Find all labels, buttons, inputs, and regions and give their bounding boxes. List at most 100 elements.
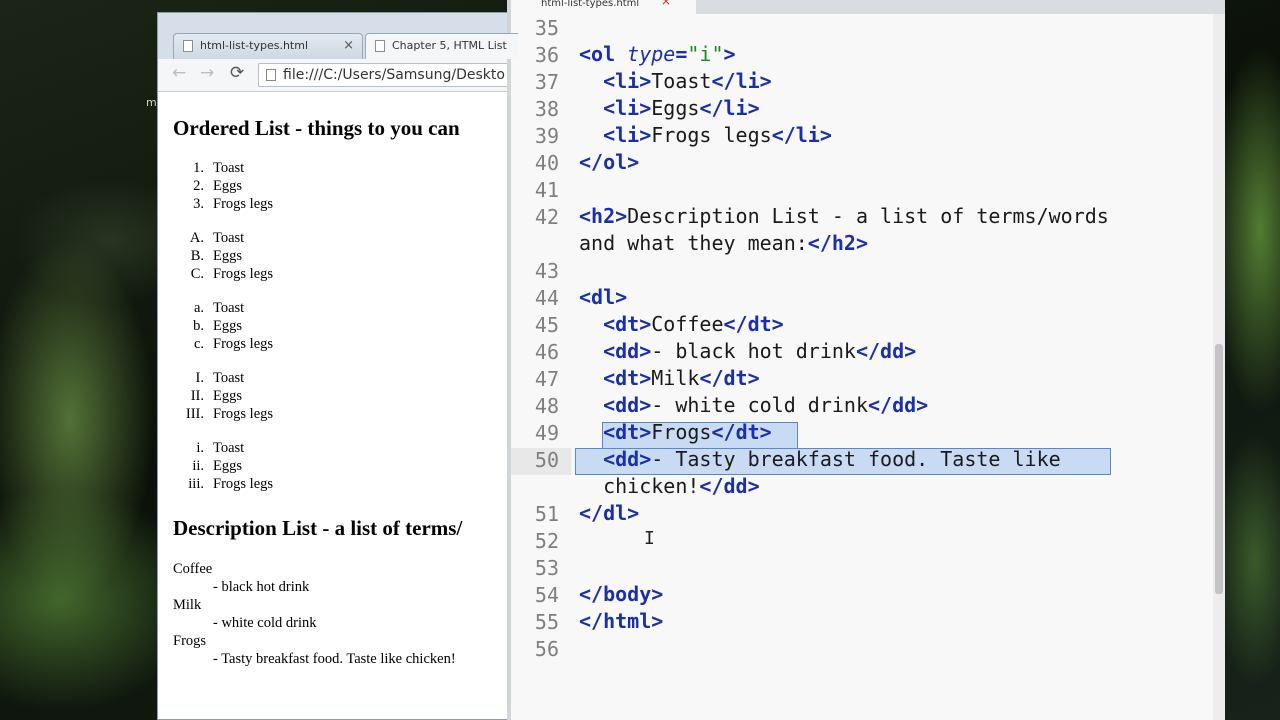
description-definition: - black hot drink xyxy=(213,579,310,595)
code-token-tag: </dd> xyxy=(868,393,929,417)
document-icon xyxy=(183,40,193,52)
code-token-tag: <li> xyxy=(603,96,652,120)
code-token-text: Coffee xyxy=(651,312,724,336)
code-line: <h2>Description List - a list of terms/w… xyxy=(579,203,1109,230)
list-marker: C. xyxy=(190,266,204,282)
line-number: 47 xyxy=(534,367,559,391)
browser-toolbar: ← → ⟳ file:///C:/Users/Samsung/Deskto xyxy=(158,59,518,92)
list-item: Frogs legs xyxy=(213,196,274,212)
description-definition: - Tasty breakfast food. Taste like chick… xyxy=(213,651,456,667)
code-line: </html> xyxy=(579,608,663,635)
description-term: Frogs xyxy=(173,633,207,649)
code-token-tag: </ol> xyxy=(579,150,640,174)
description-definition: - white cold drink xyxy=(213,615,317,631)
list-marker: ii. xyxy=(192,458,204,474)
tab-title: Chapter 5, HTML List xyxy=(392,39,507,52)
list-marker: a. xyxy=(193,300,204,316)
line-number: 50 xyxy=(534,448,559,472)
list-item: Toast xyxy=(213,440,245,456)
line-number: 39 xyxy=(534,124,559,148)
document-icon xyxy=(375,40,385,52)
code-token-tag: </li> xyxy=(771,123,832,147)
browser-tab-chapter-5[interactable]: Chapter 5, HTML List xyxy=(365,33,518,59)
close-tab-icon[interactable]: × xyxy=(343,38,354,53)
list-marker: A. xyxy=(189,230,204,246)
list-marker: II. xyxy=(190,388,204,404)
code-line: </body> xyxy=(579,581,663,608)
code-token-tag: </dt> xyxy=(723,312,784,336)
reload-icon[interactable]: ⟳ xyxy=(230,63,244,83)
code-token-tag: > xyxy=(723,42,736,66)
forward-arrow-icon[interactable]: → xyxy=(200,63,214,83)
browser-tab-html-list-types[interactable]: html-list-types.html × xyxy=(173,33,363,59)
list-item: Toast xyxy=(213,230,245,246)
code-token-tag: </li> xyxy=(711,69,772,93)
address-bar[interactable]: file:///C:/Users/Samsung/Deskto xyxy=(258,63,518,87)
code-token-tag: <ol xyxy=(579,42,628,66)
page-title: Ordered List - things to you can xyxy=(173,116,460,140)
code-token-tag: <li> xyxy=(603,69,652,93)
list-marker: I. xyxy=(195,370,204,386)
code-line: and what they mean:</h2> xyxy=(579,230,868,257)
code-line: <dd>- white cold drink</dd> xyxy=(579,392,928,419)
code-line: <dt>Frogs</dt> xyxy=(579,419,772,446)
code-token-tag: </dl> xyxy=(579,501,640,525)
code-token-tag: <li> xyxy=(603,123,652,147)
code-token-tag: <dd> xyxy=(603,447,652,471)
code-token-text: Description List - a list of terms/words xyxy=(627,204,1109,228)
list-item: Eggs xyxy=(213,248,242,264)
editor-scrollbar[interactable] xyxy=(1213,14,1225,720)
code-token-text: chicken! xyxy=(579,474,700,498)
page-viewport: Ordered List - things to you can 1. Toast… xyxy=(158,92,518,719)
line-number: 44 xyxy=(534,286,559,310)
code-token-tag: <dl> xyxy=(579,285,628,309)
editor-tab-title: html-list-types.html xyxy=(541,0,640,9)
close-icon[interactable]: × xyxy=(661,0,671,7)
code-token-text: Milk xyxy=(651,366,700,390)
list-item: Frogs legs xyxy=(213,476,274,492)
line-number: 56 xyxy=(534,637,559,661)
code-line: <dd>- black hot drink</dd> xyxy=(579,338,916,365)
line-number: 43 xyxy=(534,259,559,283)
line-number: 55 xyxy=(534,610,559,634)
code-token-tag: <h2> xyxy=(579,204,628,228)
code-token-tag: </dt> xyxy=(699,366,760,390)
code-line: </ol> xyxy=(579,149,639,176)
code-token-tag: </dd> xyxy=(855,339,917,363)
code-token-tag: <dt> xyxy=(603,366,652,390)
editor-tab-bar: html-list-types.html × xyxy=(511,0,1225,14)
code-token-tag: </dd> xyxy=(699,474,760,498)
editor-tab-html-list-types[interactable]: html-list-types.html × xyxy=(511,0,696,14)
list-marker: 3. xyxy=(193,196,204,212)
code-token-tag: = xyxy=(675,42,688,66)
code-token-text: Frogs xyxy=(651,420,712,444)
code-line: <dd>- Tasty breakfast food. Taste like xyxy=(579,446,1073,473)
code-token-tag: <dd> xyxy=(603,339,652,363)
tab-title: html-list-types.html xyxy=(200,39,309,52)
list-marker: c. xyxy=(193,336,204,352)
back-arrow-icon[interactable]: ← xyxy=(172,63,186,83)
list-item: Eggs xyxy=(213,388,242,404)
scrollbar-thumb[interactable] xyxy=(1215,344,1223,594)
code-token-text: Eggs xyxy=(651,96,700,120)
list-marker: B. xyxy=(190,248,204,264)
list-item: Toast xyxy=(213,370,245,386)
line-number: 37 xyxy=(534,70,559,94)
line-number: 40 xyxy=(534,151,559,175)
code-token-str: "i" xyxy=(687,42,724,66)
line-number: 53 xyxy=(534,556,559,580)
list-item: Frogs legs xyxy=(213,266,274,282)
code-line: <ol type="i"> xyxy=(579,41,736,68)
code-line: </dl> xyxy=(579,500,639,527)
description-heading: Description List - a list of terms/ xyxy=(173,516,463,540)
code-token-text: and what they mean: xyxy=(579,231,808,255)
code-token-text: Toast xyxy=(651,69,712,93)
code-line: <dl> xyxy=(579,284,627,311)
code-token-tag: </html> xyxy=(579,609,664,633)
